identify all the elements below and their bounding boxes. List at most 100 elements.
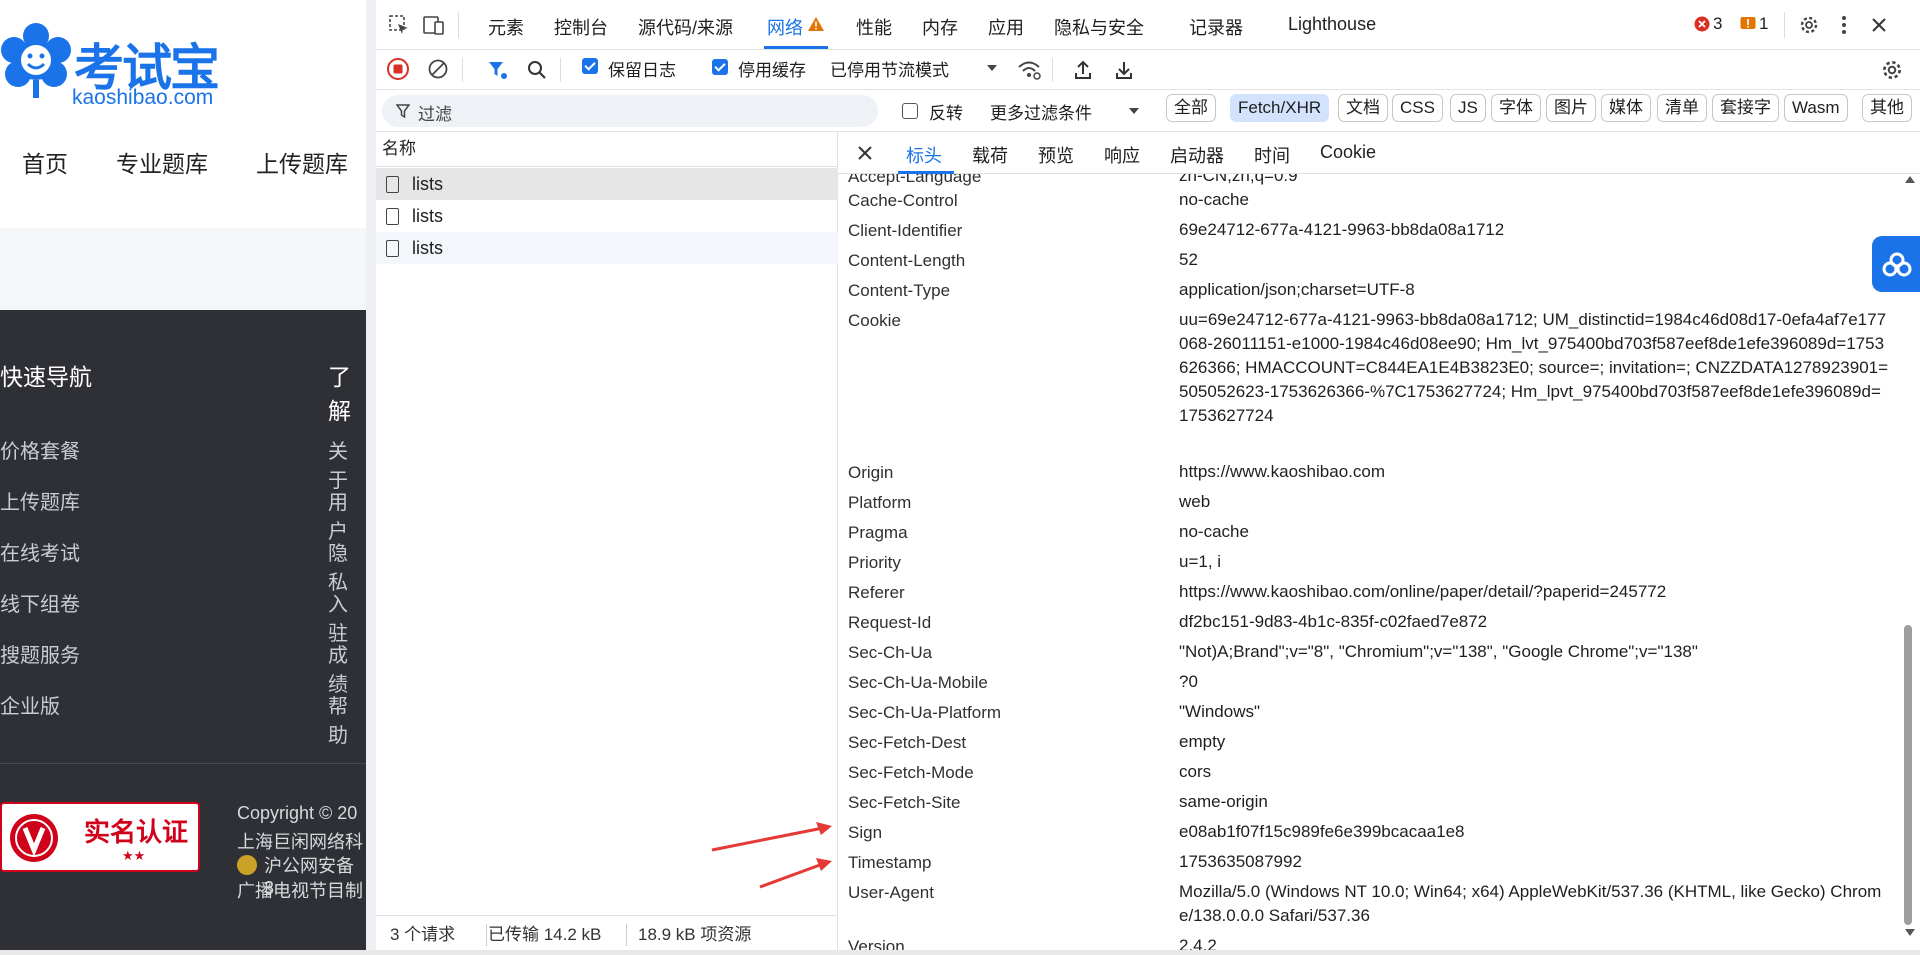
more-options-icon[interactable] — [1838, 14, 1850, 36]
network-settings-gear-icon[interactable] — [1880, 58, 1904, 82]
more-filters-dropdown[interactable]: 更多过滤条件 — [990, 99, 1092, 124]
name-column-header[interactable]: 名称 — [376, 132, 838, 167]
header-value: web — [1179, 492, 1211, 511]
tab-memory[interactable]: 内存 — [922, 14, 958, 40]
device-toolbar-icon[interactable] — [422, 14, 446, 36]
header-name: Content-Type — [848, 281, 951, 300]
tab-initiator[interactable]: 启动器 — [1170, 142, 1224, 168]
tab-network[interactable]: 网络 — [767, 14, 803, 40]
footer-link[interactable]: 关于 — [328, 435, 366, 493]
invert-checkbox[interactable] — [902, 103, 918, 119]
footer-link[interactable]: 企业版 — [0, 690, 60, 719]
chip-manifest[interactable]: 清单 — [1657, 94, 1707, 122]
chip-wasm[interactable]: Wasm — [1784, 94, 1848, 122]
request-row[interactable]: lists — [376, 200, 838, 232]
chip-socket[interactable]: 套接字 — [1712, 94, 1779, 122]
chip-other[interactable]: 其他 — [1862, 94, 1912, 122]
chevron-down-icon[interactable] — [986, 64, 998, 72]
invert-label: 反转 — [929, 104, 963, 123]
tab-lighthouse[interactable]: Lighthouse — [1288, 14, 1376, 35]
tab-elements[interactable]: 元素 — [488, 14, 524, 40]
header-value: 52 — [1179, 250, 1198, 269]
clear-icon[interactable] — [428, 59, 448, 79]
header-value: "Not)A;Brand";v="8", "Chromium";v="138",… — [1179, 642, 1698, 661]
tab-cookies[interactable]: Cookie — [1320, 142, 1376, 163]
footer-link[interactable]: 入驻 — [328, 588, 366, 646]
footer-link[interactable]: 在线考试 — [0, 537, 80, 566]
footer-link[interactable]: 成绩 — [328, 639, 366, 697]
header-value: ?0 — [1179, 672, 1198, 691]
header-value: "Windows" — [1179, 702, 1261, 721]
tab-recorder[interactable]: 记录器 — [1189, 14, 1243, 40]
header-value: uu=69e24712-677a-4121-9963-bb8da08a1712;… — [1179, 310, 1889, 425]
chip-doc[interactable]: 文档 — [1338, 94, 1388, 122]
footer-link[interactable]: 线下组卷 — [0, 588, 80, 617]
chevron-down-icon[interactable] — [1128, 107, 1140, 115]
panel-gutter — [366, 0, 376, 955]
tab-timing[interactable]: 时间 — [1254, 142, 1290, 168]
chip-css[interactable]: CSS — [1392, 94, 1443, 122]
gray-band — [0, 228, 366, 310]
nav-upload[interactable]: 上传题库 — [256, 145, 348, 179]
network-conditions-icon[interactable] — [1016, 59, 1042, 81]
chip-all[interactable]: 全部 — [1166, 94, 1216, 122]
request-row-selected[interactable]: lists — [376, 168, 838, 200]
export-download-icon[interactable] — [1114, 59, 1134, 81]
header-value: no-cache — [1179, 522, 1249, 541]
search-icon[interactable] — [526, 59, 548, 81]
tab-payload[interactable]: 载荷 — [972, 142, 1008, 168]
header-name: Client-Identifier — [848, 221, 963, 240]
nav-question-bank[interactable]: 专业题库 — [116, 145, 208, 179]
filter-input[interactable]: 过滤 — [382, 95, 878, 127]
toolbar-divider — [1052, 58, 1053, 82]
footer-link[interactable]: 用户 — [328, 486, 366, 544]
header-name: Sign — [848, 823, 883, 842]
disable-cache-checkbox[interactable] — [712, 58, 728, 75]
tab-application[interactable]: 应用 — [988, 14, 1024, 40]
chip-image[interactable]: 图片 — [1546, 94, 1596, 122]
preserve-log-checkbox[interactable] — [582, 58, 598, 74]
inspect-element-icon[interactable] — [388, 14, 410, 36]
scroll-down-arrow-icon[interactable] — [1904, 928, 1916, 938]
floating-assistant-button[interactable] — [1872, 236, 1920, 292]
scroll-up-arrow-icon[interactable] — [1904, 174, 1916, 184]
close-devtools-icon[interactable] — [1870, 16, 1888, 34]
toolbar-divider — [462, 58, 463, 82]
tab-performance[interactable]: 性能 — [856, 14, 892, 40]
warning-icon[interactable] — [1740, 16, 1756, 32]
chip-font[interactable]: 字体 — [1491, 94, 1541, 122]
settings-gear-icon[interactable] — [1798, 14, 1820, 36]
tab-privacy-security[interactable]: 隐私与安全 — [1054, 14, 1144, 40]
header-name: Sec-Ch-Ua-Platform — [848, 703, 1002, 722]
preserve-log-label: 保留日志 — [608, 61, 676, 80]
footer-link[interactable]: 隐私 — [328, 537, 366, 595]
footer-link[interactable]: 上传题库 — [0, 486, 80, 515]
footer-link[interactable]: 帮助 — [328, 690, 366, 748]
chip-media[interactable]: 媒体 — [1601, 94, 1651, 122]
tab-preview[interactable]: 预览 — [1038, 142, 1074, 168]
toolbar-divider — [458, 12, 459, 38]
close-detail-icon[interactable] — [856, 144, 874, 162]
broadcast-text: 广播电视节目制 — [237, 881, 363, 901]
error-icon[interactable] — [1694, 16, 1710, 32]
import-upload-icon[interactable] — [1073, 59, 1093, 81]
footer-link[interactable]: 价格套餐 — [0, 435, 80, 464]
website-panel: 考试宝 kaoshibao.com 首页 专业题库 上传题库 快速导航 了解 价… — [0, 0, 366, 955]
footer-link[interactable]: 搜题服务 — [0, 639, 80, 668]
tab-response[interactable]: 响应 — [1104, 142, 1140, 168]
record-stop-icon[interactable] — [387, 58, 409, 80]
chip-fetch-xhr[interactable]: Fetch/XHR — [1230, 94, 1330, 122]
nav-home[interactable]: 首页 — [22, 145, 68, 179]
tab-headers[interactable]: 标头 — [906, 142, 942, 168]
chip-js[interactable]: JS — [1450, 94, 1486, 122]
header-value: zh-CN,zh;q=0.9 — [1179, 174, 1298, 185]
header-name: Origin — [848, 463, 894, 482]
request-row[interactable]: lists — [376, 232, 838, 264]
tab-console[interactable]: 控制台 — [554, 14, 608, 40]
tab-sources[interactable]: 源代码/来源 — [638, 14, 733, 40]
header-name: Cookie — [848, 311, 901, 330]
throttle-select[interactable]: 已停用节流模式 — [830, 56, 949, 81]
scrollbar-thumb[interactable] — [1904, 625, 1912, 925]
real-name-badge[interactable]: 实名认证 ★★ — [0, 802, 200, 872]
filter-funnel-icon[interactable] — [487, 59, 509, 81]
